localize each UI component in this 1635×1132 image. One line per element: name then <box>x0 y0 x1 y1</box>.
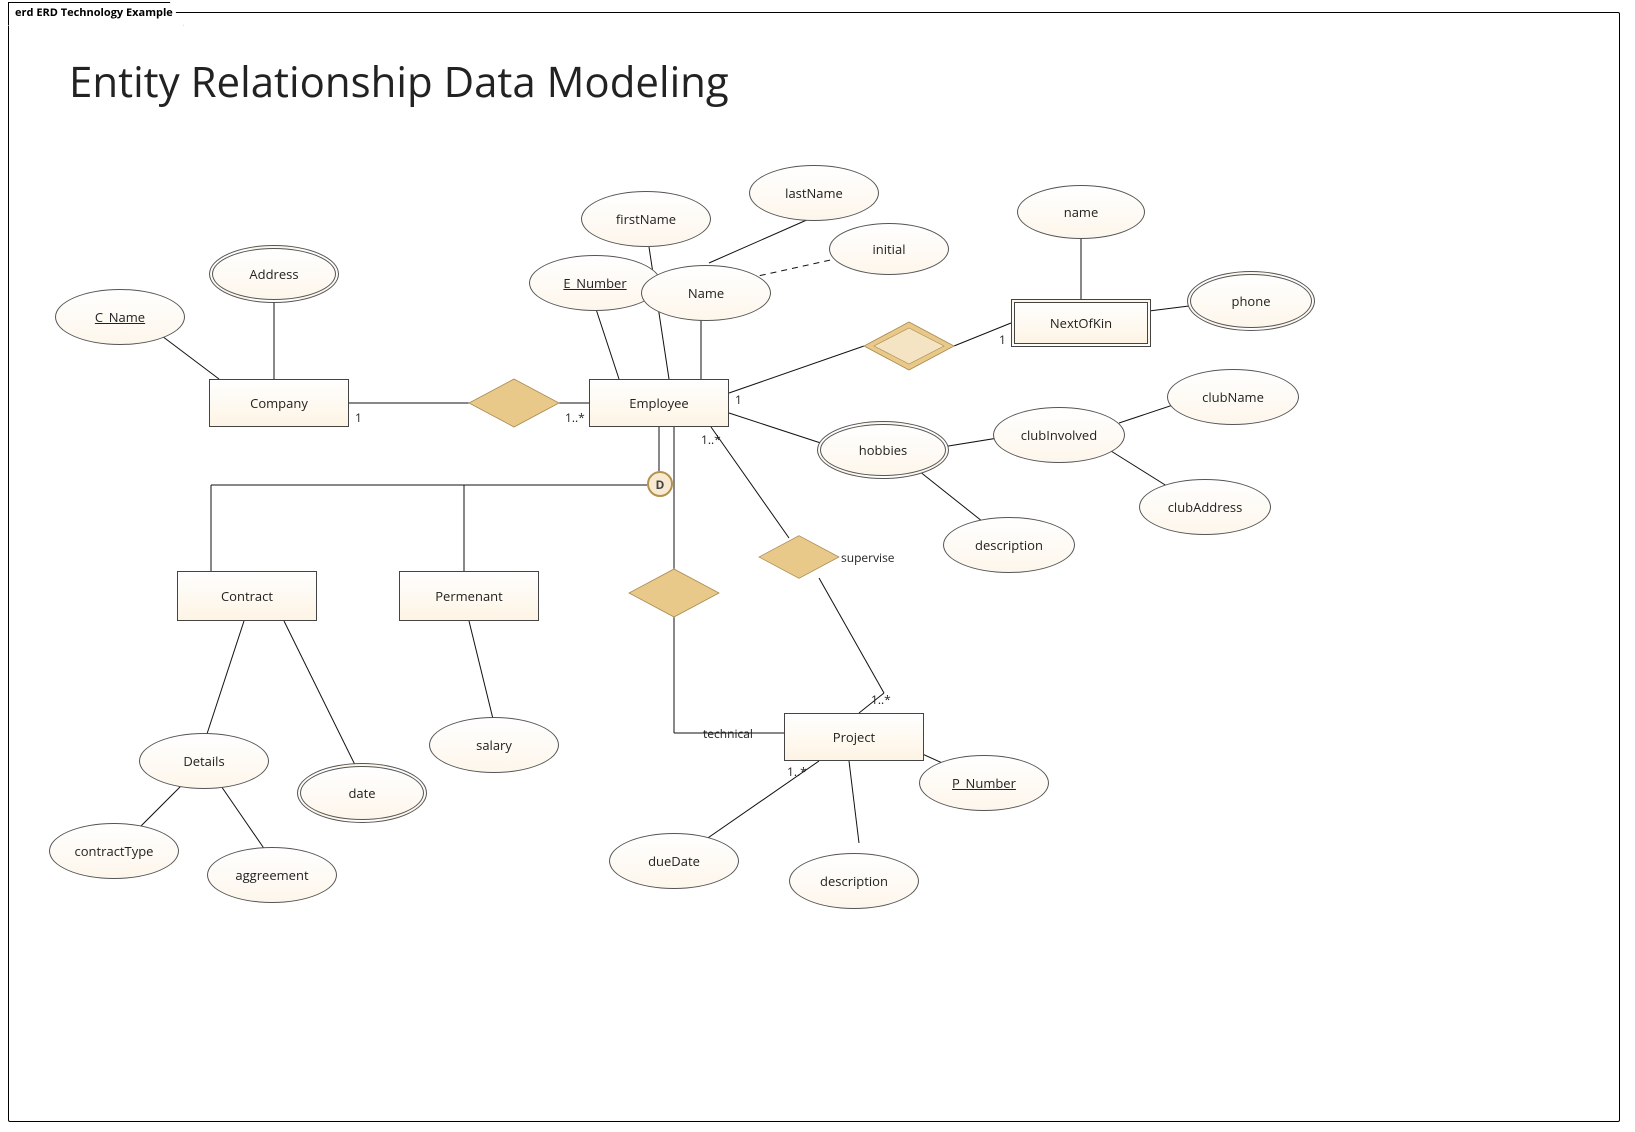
diagram-frame: Entity Relationship Data Modeling Compan… <box>8 12 1620 1122</box>
attr-text: E_Number <box>563 274 626 292</box>
attr-text: C_Name <box>95 308 145 326</box>
card-employee-many-proj: 1..* <box>701 431 721 448</box>
entity-nextofkin[interactable]: NextOfKin <box>1011 299 1151 347</box>
diagram-canvas: erd ERD Technology Example <box>0 0 1635 1132</box>
attr-e-number[interactable]: E_Number <box>529 255 661 311</box>
attr-proj-description[interactable]: description <box>789 853 919 909</box>
attr-agreement[interactable]: aggreement <box>207 847 337 903</box>
attr-initial[interactable]: initial <box>829 223 949 275</box>
label-supervise: supervise <box>841 549 895 566</box>
attr-name[interactable]: Name <box>641 265 771 321</box>
relationship-technical[interactable] <box>629 569 719 617</box>
card-employee-1-nok: 1 <box>735 391 742 408</box>
attr-details[interactable]: Details <box>139 733 269 789</box>
entity-project[interactable]: Project <box>784 713 924 761</box>
attr-duedate[interactable]: dueDate <box>609 833 739 889</box>
diagram-tab: erd ERD Technology Example <box>8 2 184 26</box>
attr-salary[interactable]: salary <box>429 717 559 773</box>
card-project-many-sup: 1..* <box>871 691 891 708</box>
subtype-discriminator[interactable]: D <box>647 471 673 497</box>
relationship-company-employee[interactable] <box>469 379 559 427</box>
attr-contracttype[interactable]: contractType <box>49 823 179 879</box>
entity-employee[interactable]: Employee <box>589 379 729 427</box>
card-nok-1: 1 <box>999 331 1006 348</box>
attr-nok-phone[interactable]: phone <box>1187 271 1315 331</box>
page-title: Entity Relationship Data Modeling <box>69 53 729 110</box>
entity-contract[interactable]: Contract <box>177 571 317 621</box>
attr-firstname[interactable]: firstName <box>581 191 711 247</box>
attr-c-name[interactable]: C_Name <box>55 289 185 345</box>
attr-p-number[interactable]: P_Number <box>919 755 1049 811</box>
attr-lastname[interactable]: lastName <box>749 165 879 221</box>
attr-hobbies[interactable]: hobbies <box>817 421 949 479</box>
attr-clubaddress[interactable]: clubAddress <box>1139 479 1271 535</box>
attr-clubinvolved[interactable]: clubInvolved <box>993 407 1125 463</box>
attr-address[interactable]: Address <box>209 245 339 303</box>
attr-date[interactable]: date <box>297 763 427 823</box>
relationship-employee-nextofkin[interactable] <box>864 322 954 370</box>
card-employee-many: 1..* <box>565 409 585 426</box>
entity-company[interactable]: Company <box>209 379 349 427</box>
label-technical: technical <box>703 725 753 742</box>
card-company-1: 1 <box>355 409 362 426</box>
attr-clubname[interactable]: clubName <box>1167 369 1299 425</box>
entity-permanent[interactable]: Permenant <box>399 571 539 621</box>
attr-nok-name[interactable]: name <box>1017 185 1145 239</box>
attr-hobby-description[interactable]: description <box>943 517 1075 573</box>
attr-text: P_Number <box>952 774 1016 792</box>
card-project-many-tech: 1..* <box>787 763 807 780</box>
relationship-supervise[interactable] <box>759 533 839 581</box>
